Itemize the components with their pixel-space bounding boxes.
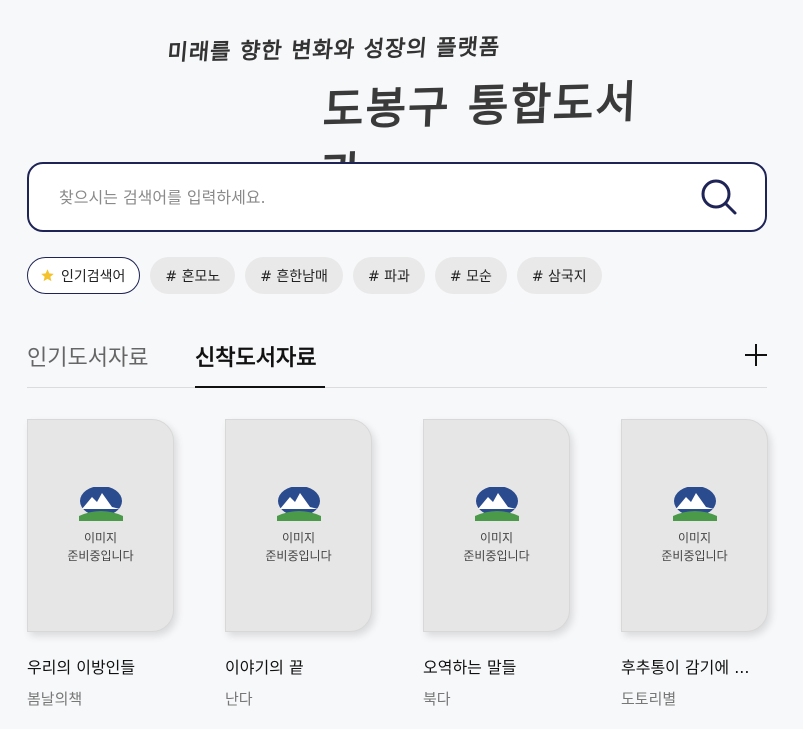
keyword-chip[interactable]: # 삼국지 [516, 257, 602, 294]
keyword-chip[interactable]: # 모순 [434, 257, 507, 294]
book-cover[interactable]: 이미지 준비중입니다 [621, 419, 768, 632]
more-plus-icon[interactable] [745, 344, 767, 366]
brand-tagline: 미래를 향한 변화와 성장의 플랫폼 [166, 34, 502, 66]
book-title[interactable]: 후추통이 감기에 ... [621, 654, 768, 678]
library-brand[interactable]: 미래를 향한 변화와 성장의 플랫폼 도봉구 통합도서관 [160, 32, 640, 200]
book-title[interactable]: 오역하는 말들 [423, 654, 570, 678]
book-publisher: 난다 [225, 690, 253, 708]
search-icon [701, 179, 737, 215]
active-tab-indicator [195, 386, 325, 388]
popular-keywords-label: 인기검색어 [27, 257, 141, 294]
tab-popular-books[interactable]: 인기도서자료 [27, 340, 148, 372]
book-item[interactable]: 이미지 준비중입니다 후추통이 감기에 ... 도토리별 [621, 419, 768, 709]
book-publisher: 봄날의책 [27, 690, 83, 708]
book-cover[interactable]: 이미지 준비중입니다 [225, 419, 372, 632]
book-title[interactable]: 우리의 이방인들 [27, 654, 174, 678]
book-tabs: 인기도서자료 신착도서자료 [27, 330, 767, 388]
library-logo-icon [672, 486, 717, 521]
book-publisher: 북다 [423, 690, 451, 708]
star-icon [41, 269, 54, 282]
book-list: 이미지 준비중입니다 우리의 이방인들 봄날의책 이미지 준비중입니다 이야기의… [27, 419, 768, 709]
search-button[interactable] [697, 175, 741, 219]
library-logo-icon [276, 486, 321, 521]
book-publisher: 도토리별 [621, 690, 677, 708]
book-cover[interactable]: 이미지 준비중입니다 [27, 419, 174, 632]
cover-placeholder-text: 이미지 준비중입니다 [265, 530, 332, 563]
keywords-label-text: 인기검색어 [61, 268, 126, 285]
library-logo-icon [474, 486, 519, 521]
cover-placeholder-text: 이미지 준비중입니다 [67, 530, 134, 563]
book-title[interactable]: 이야기의 끝 [225, 654, 372, 678]
library-logo-icon [78, 486, 123, 521]
tab-new-books[interactable]: 신착도서자료 [195, 340, 316, 372]
book-cover[interactable]: 이미지 준비중입니다 [423, 419, 570, 632]
book-item[interactable]: 이미지 준비중입니다 오역하는 말들 북다 [423, 419, 570, 709]
popular-keywords: 인기검색어 # 혼모노 # 흔한남매 # 파과 # 모순 # 삼국지 [27, 257, 602, 294]
cover-placeholder-text: 이미지 준비중입니다 [661, 530, 728, 563]
search-box [27, 162, 767, 232]
book-item[interactable]: 이미지 준비중입니다 우리의 이방인들 봄날의책 [27, 419, 174, 709]
keyword-chip[interactable]: # 파과 [352, 257, 425, 294]
keyword-chip[interactable]: # 흔한남매 [245, 257, 343, 294]
keyword-chip[interactable]: # 혼모노 [150, 257, 236, 294]
search-input[interactable] [59, 187, 697, 207]
book-item[interactable]: 이미지 준비중입니다 이야기의 끝 난다 [225, 419, 372, 709]
cover-placeholder-text: 이미지 준비중입니다 [463, 530, 530, 563]
